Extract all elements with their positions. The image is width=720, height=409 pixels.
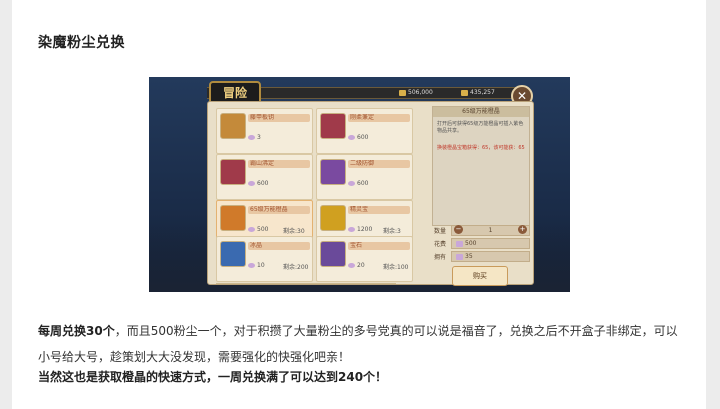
shop-item[interactable]: 刚柔兼定 600 (316, 108, 413, 154)
plus-icon[interactable]: + (518, 225, 527, 234)
shop-item[interactable]: 二级防御 600 (316, 154, 413, 200)
item-icon (320, 205, 346, 231)
own-value: 35 (451, 251, 530, 262)
item-icon (320, 241, 346, 267)
currency-gold: 506,000 (399, 89, 433, 96)
item-icon (320, 113, 346, 139)
shop-item[interactable]: 藤甲板钥 3 (216, 108, 313, 154)
dust-icon (248, 263, 255, 268)
item-icon (220, 113, 246, 139)
detail-description: 打开后可获得65级万能橙晶可插入紫色物品共享。 (437, 121, 524, 134)
cost-label: 花费 (434, 241, 447, 248)
own-label: 拥有 (434, 254, 447, 261)
minus-icon[interactable]: − (454, 225, 463, 234)
shop-panel: 藤甲板钥 3 刚柔兼定 600 霸山沸定 600 二级防御 600 65级万能橙… (207, 101, 534, 286)
item-price: 600 (348, 180, 368, 187)
coin-icon (399, 89, 406, 96)
item-remaining: 剩余:200 (283, 264, 309, 271)
paragraph-2: 当然这也是获取橙晶的快速方式，一周兑换满了可以达到240个！ (38, 370, 388, 384)
section-heading: 染魔粉尘兑换 (38, 35, 125, 51)
dust-icon (348, 227, 355, 232)
paragraph-1: 每周兑换30个，而且500粉尘一个，对于积攒了大量粉尘的多号党真的可以说是福音了… (38, 324, 678, 364)
item-remaining: 剩余:30 (283, 228, 305, 235)
dust-icon (248, 135, 255, 140)
item-icon (220, 241, 246, 267)
detail-attribute: 换装橙晶宝箱获得：65，该可能获：65 (437, 145, 525, 151)
dust-icon (348, 181, 355, 186)
item-price: 500 (248, 226, 268, 233)
item-icon (220, 159, 246, 185)
dust-icon (348, 135, 355, 140)
quantity-stepper[interactable]: − 1 + (451, 225, 530, 236)
shop-item[interactable]: 霸山沸定 600 (216, 154, 313, 200)
item-icon (220, 205, 246, 231)
buy-button[interactable]: 购买 (452, 266, 508, 286)
item-price: 3 (248, 134, 261, 141)
item-remaining: 剩余:3 (383, 228, 401, 235)
dust-icon (248, 227, 255, 232)
shop-item[interactable]: 冰晶 10 剩余:200 (216, 236, 313, 282)
quantity-label: 数量 (434, 228, 447, 235)
dust-icon (456, 240, 463, 247)
cost-value: 500 (451, 238, 530, 249)
currency-dust: 435,257 (461, 89, 495, 96)
item-price: 1200 (348, 226, 372, 233)
item-price: 600 (248, 180, 268, 187)
detail-title: 65级万能橙晶 (433, 107, 529, 117)
item-price: 600 (348, 134, 368, 141)
game-screenshot: 冒险 506,000 435,257 ✕ 藤甲板钥 3 刚柔兼定 600 霸山沸… (149, 77, 570, 292)
item-price: 20 (348, 262, 365, 269)
item-remaining: 剩余:100 (383, 264, 409, 271)
item-icon (320, 159, 346, 185)
article-body: 染魔粉尘兑换 冒险 506,000 435,257 ✕ 藤甲板钥 3 刚柔兼定 … (12, 0, 706, 409)
dust-icon (248, 181, 255, 186)
right-margin (706, 0, 720, 409)
list-divider (216, 283, 396, 284)
coin-icon (461, 89, 468, 96)
dust-icon (456, 253, 463, 260)
dust-icon (348, 263, 355, 268)
item-price: 10 (248, 262, 265, 269)
left-margin (0, 0, 12, 409)
item-detail-panel: 65级万能橙晶 打开后可获得65级万能橙晶可插入紫色物品共享。 换装橙晶宝箱获得… (432, 106, 530, 226)
shop-item[interactable]: 宝石 20 剩余:100 (316, 236, 413, 282)
